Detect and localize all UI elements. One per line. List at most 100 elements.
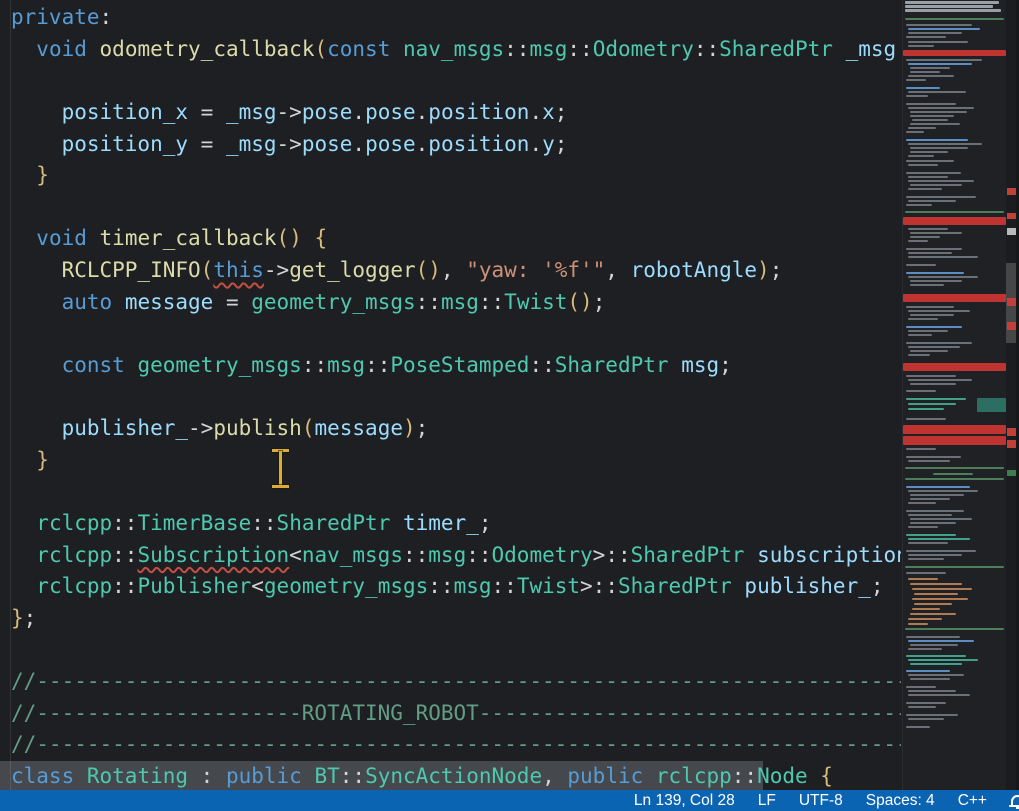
code-token: robotAngle: [631, 258, 757, 282]
notifications-bell-icon[interactable]: [1010, 794, 1019, 808]
status-item-encoding[interactable]: UTF-8: [799, 792, 843, 810]
code-editor-area[interactable]: private: void odometry_callback(const na…: [0, 0, 901, 790]
code-token: [732, 574, 745, 598]
code-line[interactable]: [0, 476, 901, 508]
code-token: ::: [112, 574, 137, 598]
code-line[interactable]: };: [0, 603, 901, 635]
code-line[interactable]: rclcpp::Publisher<geometry_msgs::msg::Tw…: [0, 571, 901, 603]
minimap-row: [914, 603, 952, 605]
code-token: <: [251, 574, 264, 598]
code-token: ->: [264, 258, 289, 282]
minimap-row: [910, 280, 962, 282]
code-line[interactable]: }: [0, 445, 901, 477]
code-line[interactable]: void timer_callback() {: [0, 223, 901, 255]
code-line[interactable]: [0, 192, 901, 224]
code-token: [11, 416, 62, 440]
minimap-row: [908, 490, 978, 492]
code-token: Node: [757, 764, 808, 788]
minimap-row: [908, 107, 974, 109]
minimap-row: [905, 18, 1004, 20]
minimap-row: [908, 330, 948, 332]
code-token: [643, 764, 656, 788]
status-item-eol[interactable]: LF: [758, 792, 776, 810]
status-item-language[interactable]: C++: [958, 792, 987, 810]
code-line[interactable]: publisher_->publish(message);: [0, 413, 901, 445]
minimap-row: [910, 498, 950, 500]
minimap-row: [908, 542, 948, 544]
minimap-row: [906, 272, 964, 274]
code-token: const: [327, 37, 390, 61]
mouse-cursor-ibeam-icon: [271, 449, 290, 488]
code-line[interactable]: position_y = _msg->pose.pose.position.y;: [0, 129, 901, 161]
minimap-row: [906, 59, 982, 61]
minimap-row: [908, 176, 948, 178]
code-token: ::: [567, 37, 592, 61]
code-token: [11, 226, 36, 250]
minimap-row: [912, 119, 948, 121]
code-line[interactable]: class Rotating : public BT::SyncActionNo…: [0, 761, 901, 790]
code-line[interactable]: rclcpp::TimerBase::SharedPtr timer_;: [0, 508, 901, 540]
minimap[interactable]: [902, 0, 1006, 790]
minimap-row: [906, 486, 970, 488]
minimap-row: [908, 240, 928, 242]
code-line[interactable]: //--------------------------------------…: [0, 729, 901, 761]
code-token: .: [416, 132, 429, 156]
code-line[interactable]: private:: [0, 2, 901, 34]
minimap-row: [908, 618, 942, 620]
code-token: .: [416, 100, 429, 124]
minimap-row: [933, 473, 973, 475]
code-token: [74, 764, 87, 788]
code-token: x: [542, 100, 555, 124]
code-token: rclcpp: [36, 574, 112, 598]
code-token: public: [226, 764, 302, 788]
minimap-row: [906, 418, 946, 420]
code-line[interactable]: RCLCPP_INFO(this->get_logger(), "yaw: '%…: [0, 255, 901, 287]
code-token: BT: [314, 764, 339, 788]
minimap-row: [908, 75, 954, 77]
code-line[interactable]: auto message = geometry_msgs::msg::Twist…: [0, 287, 901, 319]
code-line[interactable]: //---------------------ROTATING_ROBOT---…: [0, 698, 901, 730]
minimap-row: [908, 28, 980, 30]
minimap-row: [905, 1, 999, 4]
code-token: msg: [529, 37, 567, 61]
code-token: //---------------------ROTATING_ROBOT---…: [11, 701, 901, 725]
minimap-row: [906, 456, 961, 458]
code-line[interactable]: [0, 65, 901, 97]
code-token: ;: [24, 606, 37, 630]
code-token: publisher_: [744, 574, 870, 598]
code-line[interactable]: [0, 381, 901, 413]
code-token: ,: [605, 258, 630, 282]
code-token: }: [36, 163, 49, 187]
code-token: ;: [555, 100, 568, 124]
code-token: [744, 543, 757, 567]
code-token: [11, 100, 62, 124]
status-item-indentation[interactable]: Spaces: 4: [866, 792, 935, 810]
code-token: [11, 543, 36, 567]
code-token: ::: [428, 574, 453, 598]
code-line[interactable]: [0, 318, 901, 350]
minimap-row: [908, 256, 978, 258]
code-line[interactable]: //--------------------------------------…: [0, 666, 901, 698]
code-token: this: [213, 258, 264, 282]
code-line[interactable]: void odometry_callback(const nav_msgs::m…: [0, 34, 901, 66]
code-token: [833, 37, 846, 61]
code-line[interactable]: position_x = _msg->pose.pose.position.x;: [0, 97, 901, 129]
minimap-row: [906, 655, 966, 657]
minimap-row: [910, 71, 940, 73]
code-token: //--------------------------------------…: [11, 669, 901, 693]
minimap-row: [912, 598, 968, 600]
minimap-row: [910, 111, 967, 113]
code-token: auto: [62, 290, 113, 314]
minimap-row: [906, 204, 932, 206]
status-item-line-col[interactable]: Ln 139, Col 28: [634, 792, 735, 810]
code-line[interactable]: const geometry_msgs::msg::PoseStamped::S…: [0, 350, 901, 382]
minimap-row: [908, 334, 932, 336]
code-token: ;: [719, 353, 732, 377]
minimap-row: [906, 726, 930, 728]
code-token: (): [277, 226, 302, 250]
code-line[interactable]: }: [0, 160, 901, 192]
code-line[interactable]: [0, 634, 901, 666]
code-token: ::: [251, 511, 276, 535]
code-token: }: [36, 448, 49, 472]
code-line[interactable]: rclcpp::Subscription<nav_msgs::msg::Odom…: [0, 540, 901, 572]
